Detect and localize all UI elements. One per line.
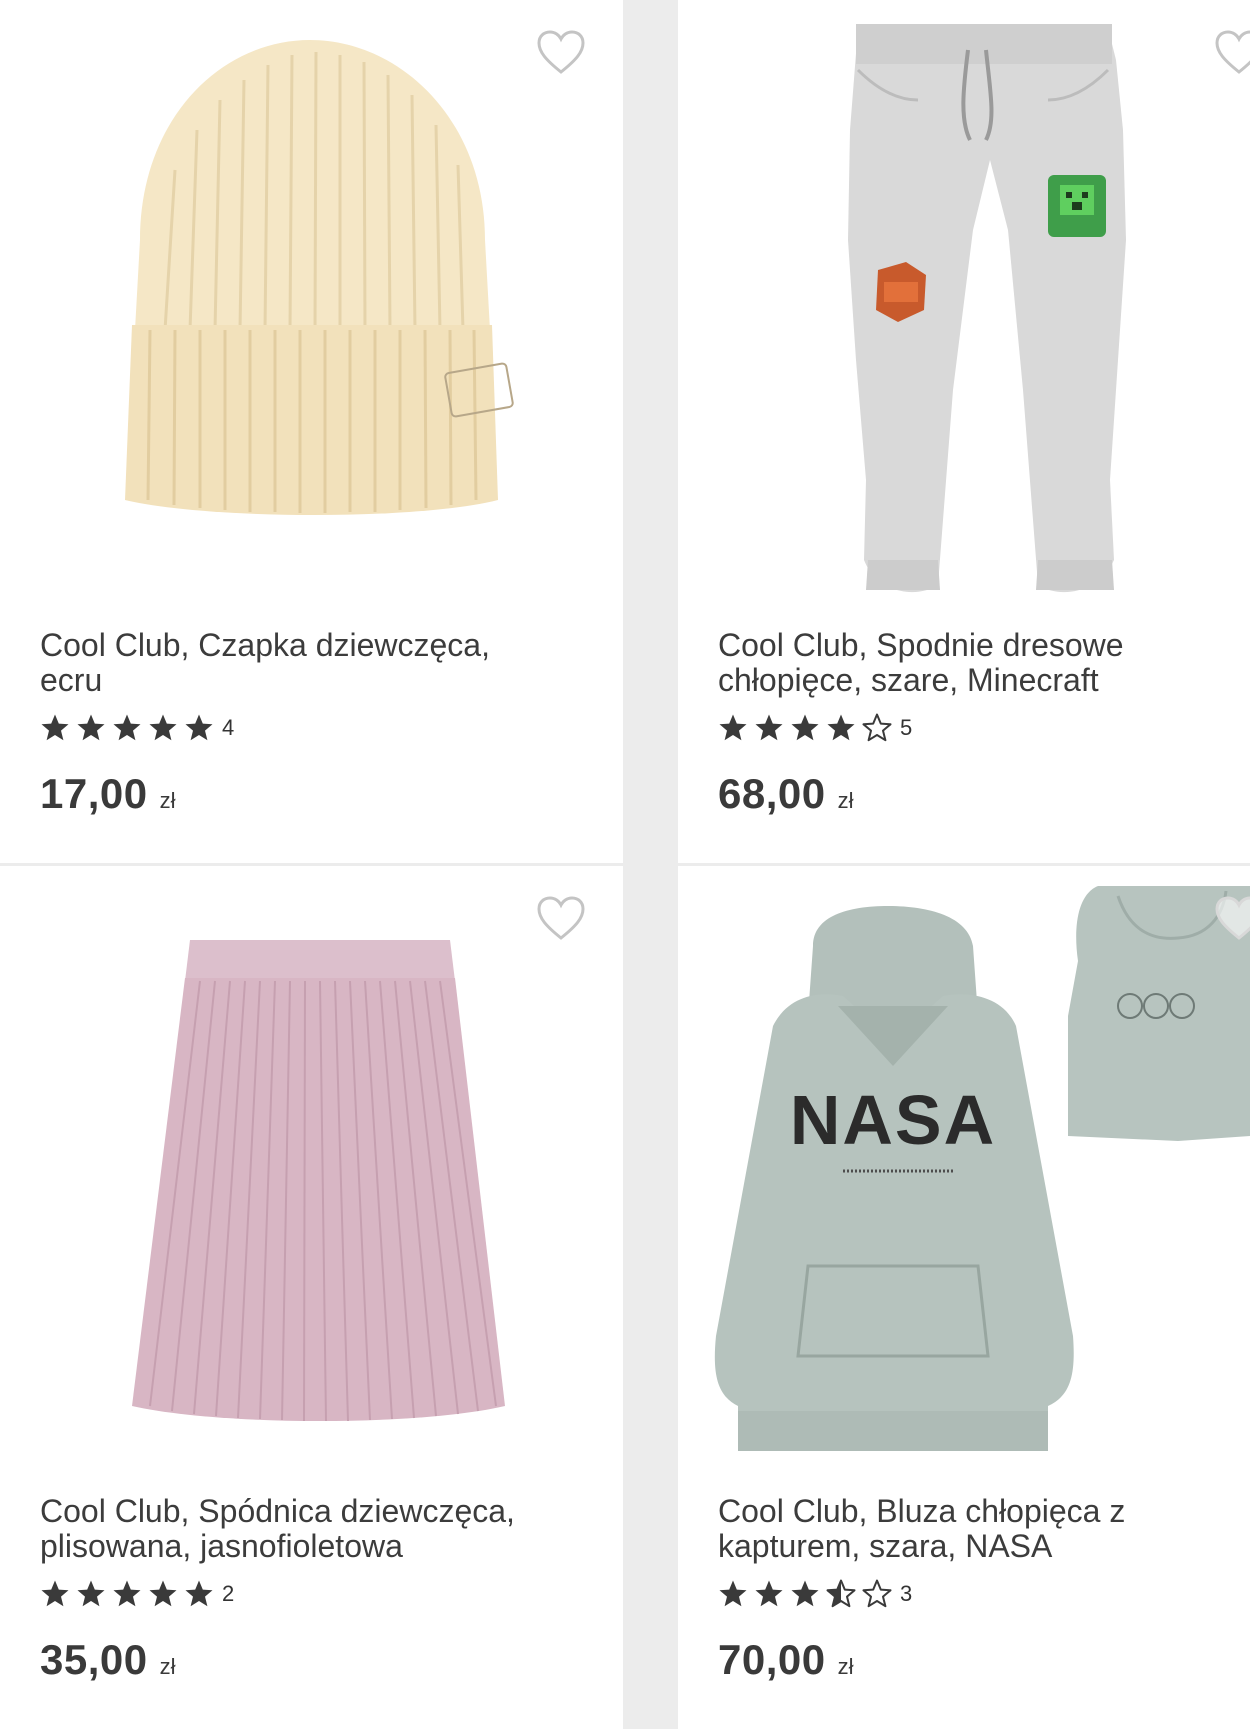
favorite-heart-icon[interactable] [1214, 30, 1250, 76]
product-image-hoodie[interactable]: NASA [678, 866, 1250, 1476]
star-empty-icon [862, 1579, 892, 1608]
price-currency: zł [837, 1654, 854, 1679]
product-rating: 3 [718, 1578, 912, 1610]
star-full-icon [41, 1580, 69, 1607]
star-full-icon [791, 1580, 819, 1607]
star-half-icon [826, 1579, 856, 1608]
product-title[interactable]: Cool Club, Bluza chłopięca z kapturem, s… [718, 1494, 1238, 1564]
star-full-icon [149, 1580, 177, 1607]
product-price: 35,00 zł [40, 1636, 176, 1684]
star-full-icon [113, 1580, 141, 1607]
favorite-heart-icon[interactable] [536, 896, 586, 942]
product-image-sweatpants[interactable] [678, 0, 1250, 610]
rating-count: 2 [222, 1581, 235, 1606]
price-currency: zł [837, 788, 854, 813]
star-full-icon [149, 714, 177, 741]
star-empty-icon [862, 713, 892, 742]
product-title[interactable]: Cool Club, Spódnica dziewczęca, plisowan… [40, 1494, 560, 1564]
product-price: 68,00 zł [718, 770, 854, 818]
product-card[interactable]: Cool Club, Spodnie dresowe chłopięce, sz… [678, 0, 1250, 863]
price-currency: zł [159, 788, 176, 813]
product-rating: 4 [40, 712, 234, 744]
rating-count: 5 [900, 715, 913, 740]
rating-count: 4 [222, 715, 235, 740]
product-price: 17,00 zł [40, 770, 176, 818]
star-full-icon [77, 1580, 105, 1607]
star-full-icon [185, 1580, 213, 1607]
product-image-beanie[interactable] [0, 0, 623, 610]
star-full-icon [185, 714, 213, 741]
product-card[interactable]: NASA Cool Club, Bluza chłopięca z kaptur… [678, 866, 1250, 1729]
star-full-icon [719, 714, 747, 741]
product-grid: Cool Club, Czapka dziewczęca, ecru 4 17,… [0, 0, 1250, 1729]
hoodie-nasa-logo: NASA [790, 1081, 996, 1159]
star-full-icon [791, 714, 819, 741]
star-full-icon [41, 714, 69, 741]
price-value: 70,00 [718, 1636, 826, 1683]
star-full-icon [113, 714, 141, 741]
product-price: 70,00 zł [718, 1636, 854, 1684]
product-card[interactable]: Cool Club, Spódnica dziewczęca, plisowan… [0, 866, 623, 1729]
product-card[interactable]: Cool Club, Czapka dziewczęca, ecru 4 17,… [0, 0, 623, 863]
star-full-icon [719, 1580, 747, 1607]
product-rating: 5 [718, 712, 912, 744]
price-value: 17,00 [40, 770, 148, 817]
price-value: 68,00 [718, 770, 826, 817]
price-currency: zł [159, 1654, 176, 1679]
star-full-icon [77, 714, 105, 741]
favorite-heart-icon[interactable] [1214, 896, 1250, 942]
star-full-icon [755, 714, 783, 741]
product-image-skirt[interactable] [0, 866, 623, 1476]
price-value: 35,00 [40, 1636, 148, 1683]
rating-count: 3 [900, 1581, 913, 1606]
favorite-heart-icon[interactable] [536, 30, 586, 76]
star-full-icon [827, 714, 855, 741]
product-title[interactable]: Cool Club, Czapka dziewczęca, ecru [40, 628, 560, 698]
star-full-icon [755, 1580, 783, 1607]
product-title[interactable]: Cool Club, Spodnie dresowe chłopięce, sz… [718, 628, 1238, 698]
product-rating: 2 [40, 1578, 234, 1610]
